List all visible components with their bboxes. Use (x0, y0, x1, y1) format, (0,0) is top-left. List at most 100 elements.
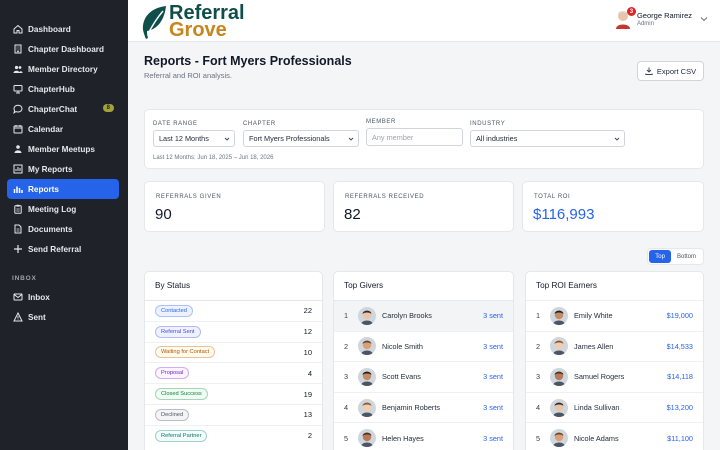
status-count: 10 (303, 347, 312, 357)
date-range-value: Last 12 Months (159, 134, 209, 143)
top-header: Referral Grove 3 George Ramirez Admin (128, 0, 720, 42)
rank: 5 (344, 433, 349, 443)
status-row[interactable]: Referral Sent 12 (145, 320, 322, 342)
status-row[interactable]: Waiting for Contact 10 (145, 341, 322, 363)
sidebar-item-label: ChapterHub (28, 84, 75, 94)
chapter-select[interactable]: Fort Myers Professionals (243, 130, 359, 147)
sidebar-item-send-referral[interactable]: Send Referral (7, 239, 119, 259)
sidebar-item-label: Member Directory (28, 64, 98, 74)
leaderboard-row[interactable]: 3 Scott Evans 3 sent (334, 361, 513, 392)
leaderboard-row[interactable]: 4 Linda Sullivan $13,200 (526, 391, 703, 423)
sidebar-item-dashboard[interactable]: Dashboard (7, 19, 119, 39)
sidebar-item-label: Chapter Dashboard (28, 44, 104, 54)
sidebar-item-inbox[interactable]: Inbox (7, 287, 119, 307)
sidebar-item-label: ChapterChat (28, 104, 78, 114)
sidebar-item-label: Calendar (28, 124, 64, 134)
toggle-top[interactable]: Top (649, 250, 671, 263)
metric-value[interactable]: $11,100 (667, 434, 693, 443)
date-range-label: DATE RANGE (153, 121, 198, 127)
avatar-icon (358, 367, 376, 386)
stat-value: 90 (155, 206, 172, 223)
metric-value[interactable]: 3 sent (483, 311, 503, 320)
chat-icon (12, 103, 24, 115)
toggle-bottom[interactable]: Bottom (671, 250, 702, 263)
metric-value[interactable]: $14,118 (667, 372, 693, 381)
industry-select[interactable]: All industries (470, 130, 625, 147)
stat-referrals-received: REFERRALS RECEIVED 82 (333, 181, 514, 232)
status-pill: Closed Success (155, 388, 208, 401)
home-icon (12, 23, 24, 35)
metric-value[interactable]: $14,533 (667, 342, 693, 351)
export-csv-button[interactable]: Export CSV (637, 61, 704, 81)
clipboard-icon (12, 203, 24, 215)
sidebar-item-reports[interactable]: Reports (7, 179, 119, 199)
status-row[interactable]: Declined 13 (145, 403, 322, 425)
stat-label: TOTAL ROI (534, 194, 571, 200)
leaderboard-row[interactable]: 1 Carolyn Brooks 3 sent (334, 300, 513, 331)
member-placeholder: Any member (372, 132, 414, 142)
sidebar-item-member-directory[interactable]: Member Directory (7, 59, 119, 79)
panel-title: Top ROI Earners (536, 281, 597, 290)
leaderboard-row[interactable]: 4 Benjamin Roberts 3 sent (334, 391, 513, 423)
sidebar-item-chapter-dashboard[interactable]: Chapter Dashboard (7, 39, 119, 59)
sidebar-item-my-reports[interactable]: My Reports (7, 159, 119, 179)
leaderboard-row[interactable]: 5 Nicole Adams $11,100 (526, 422, 703, 450)
status-row[interactable]: Contacted 22 (145, 300, 322, 321)
avatar-icon (550, 337, 568, 356)
status-pill: Contacted (155, 304, 193, 317)
leaderboard-row[interactable]: 3 Samuel Rogers $14,118 (526, 361, 703, 392)
date-range-select[interactable]: Last 12 Months (153, 130, 235, 147)
stat-referrals-given: REFERRALS GIVEN 90 (144, 181, 325, 232)
leaderboard-row[interactable]: 5 Helen Hayes 3 sent (334, 422, 513, 450)
user-avatar[interactable]: 3 (615, 7, 636, 29)
status-list: Contacted 22 Referral Sent 12 Waiting for Co… (145, 300, 322, 446)
sidebar-item-chapterchat[interactable]: ChapterChat 8 (7, 99, 119, 119)
download-icon (645, 67, 653, 75)
metric-value[interactable]: 3 sent (483, 372, 503, 381)
status-row[interactable]: Closed Success 19 (145, 383, 322, 404)
metric-value[interactable]: 3 sent (483, 403, 503, 412)
leaderboard-row[interactable]: 2 Nicole Smith 3 sent (334, 330, 513, 362)
avatar-icon (358, 306, 376, 325)
sidebar-item-chapterhub[interactable]: ChapterHub (7, 79, 119, 99)
metric-value[interactable]: $19,000 (667, 311, 693, 320)
member-name: Helen Hayes (382, 433, 424, 443)
avatar-icon (358, 398, 376, 417)
avatar-icon (550, 306, 568, 325)
rank: 1 (536, 311, 541, 321)
brand-logo[interactable]: Referral Grove (140, 3, 245, 40)
leaf-icon (142, 6, 166, 39)
top-bottom-toggle: Top Bottom (647, 248, 704, 265)
leaderboard-row[interactable]: 1 Emily White $19,000 (526, 300, 703, 331)
metric-value[interactable]: 3 sent (483, 434, 503, 443)
status-count: 2 (307, 431, 312, 441)
status-row[interactable]: Referral Partner 2 (145, 424, 322, 446)
rank: 4 (536, 403, 541, 413)
metric-value[interactable]: 3 sent (483, 342, 503, 351)
member-name: Benjamin Roberts (382, 403, 440, 413)
sidebar-item-member-meetups[interactable]: Member Meetups (7, 139, 119, 159)
metric-value[interactable]: $13,200 (667, 403, 693, 412)
status-pill: Waiting for Contact (155, 346, 216, 359)
sidebar-item-documents[interactable]: Documents (7, 219, 119, 239)
sidebar-item-calendar[interactable]: Calendar (7, 119, 119, 139)
avatar-icon (550, 398, 568, 417)
status-row[interactable]: Proposal 4 (145, 362, 322, 383)
status-pill: Proposal (155, 367, 190, 380)
status-count: 19 (303, 389, 312, 399)
leaderboard-row[interactable]: 2 James Allen $14,533 (526, 330, 703, 362)
user-menu[interactable]: 3 George Ramirez Admin (615, 7, 708, 29)
chevron-down-icon (614, 137, 620, 141)
sidebar-item-meeting-log[interactable]: Meeting Log (7, 199, 119, 219)
rank: 3 (344, 372, 349, 382)
chapter-value: Fort Myers Professionals (249, 134, 330, 143)
sidebar-item-label: Dashboard (28, 24, 71, 34)
top-roi-panel: Top ROI Earners 1 Emily White $19,000 2 Jame… (525, 271, 704, 450)
member-input[interactable]: Any member (366, 128, 463, 146)
status-pill: Referral Partner (155, 429, 208, 442)
member-name: James Allen (574, 341, 614, 351)
member-name: Linda Sullivan (574, 403, 620, 413)
rank: 5 (536, 433, 541, 443)
sidebar-item-sent[interactable]: Sent (7, 307, 119, 327)
sidebar-item-label: Member Meetups (28, 144, 95, 154)
